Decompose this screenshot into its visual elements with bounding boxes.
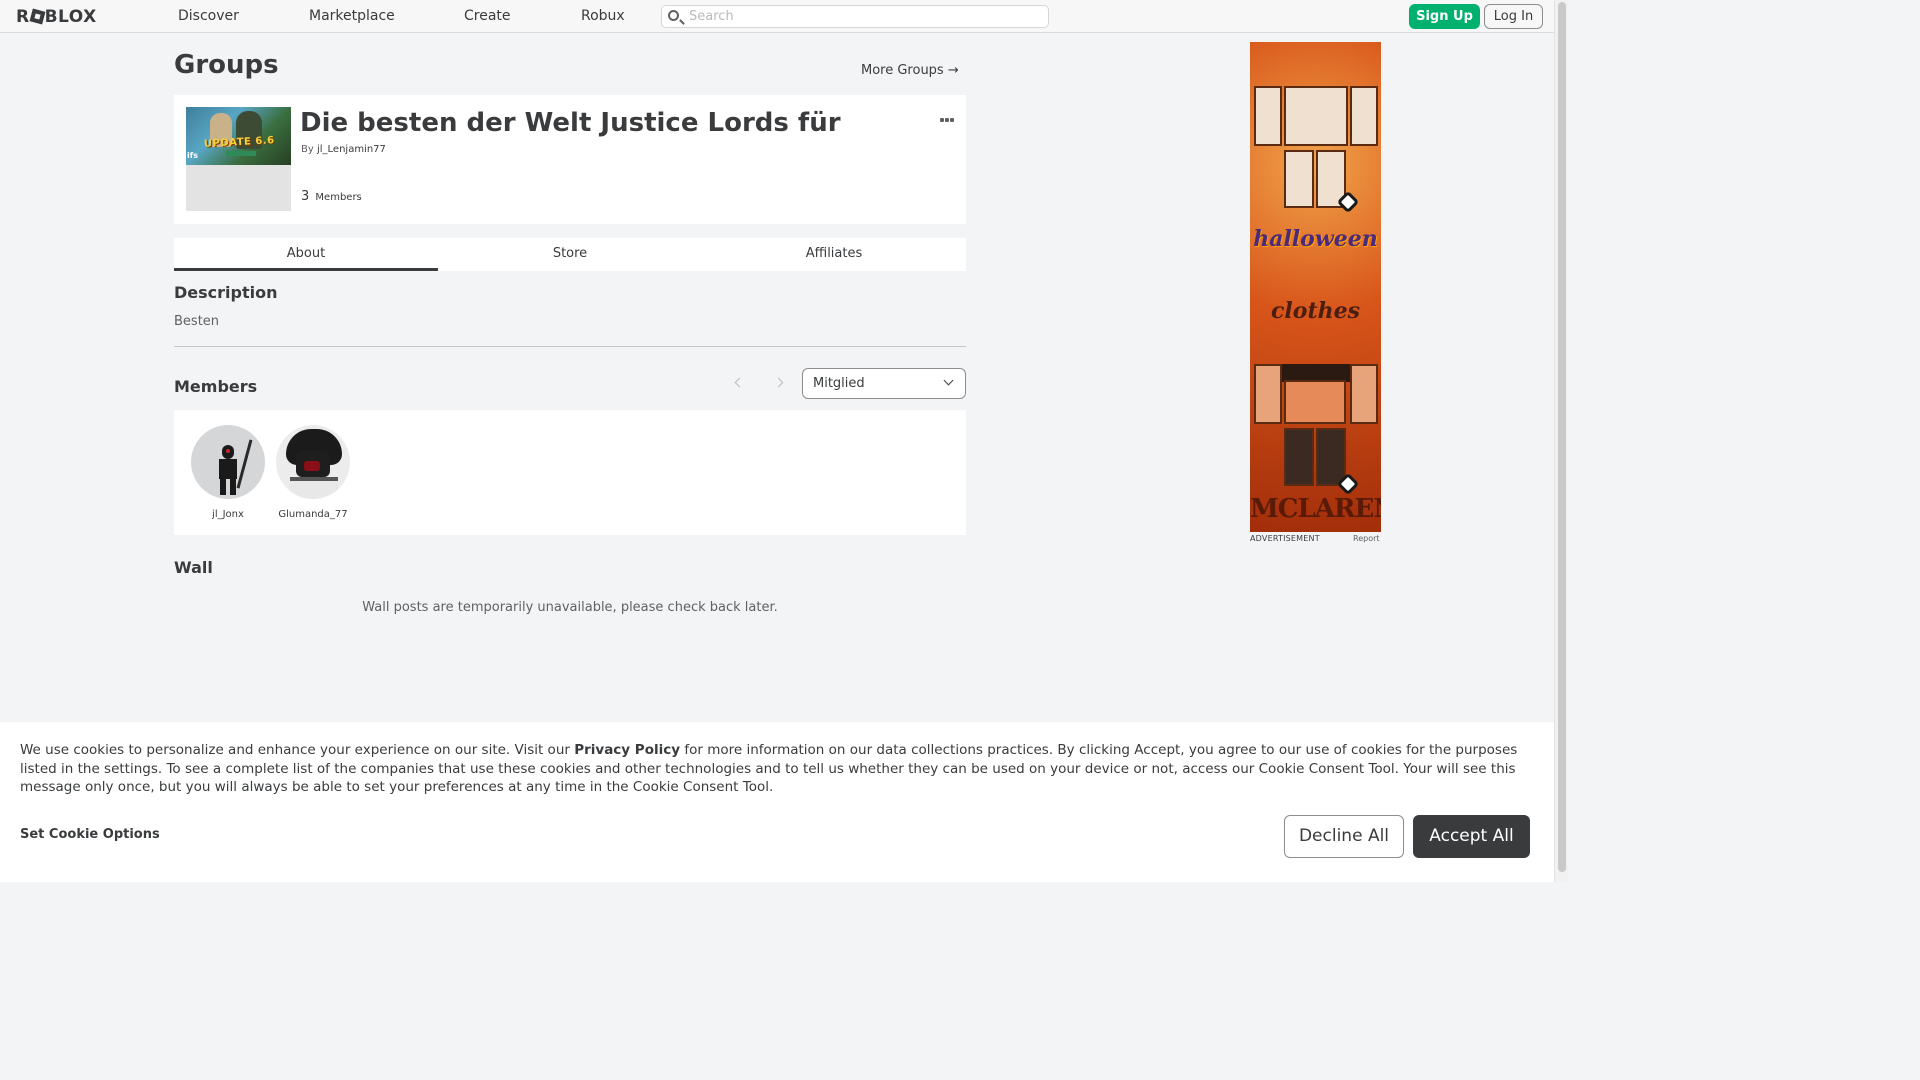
description-text: Besten xyxy=(174,314,220,329)
cookie-message: We use cookies to personalize and enhanc… xyxy=(20,742,1518,795)
member-count-label: Members xyxy=(315,192,362,203)
top-navigation-bar: R BLOX Discover Marketplace Create Robux … xyxy=(0,0,1554,33)
ad-text-halloween: halloween xyxy=(1253,226,1378,252)
nav-link-robux[interactable]: Robux xyxy=(581,8,625,24)
by-prefix: By xyxy=(301,144,314,155)
emblem-corner-text: ifs xyxy=(187,151,198,160)
description-heading: Description xyxy=(174,283,278,302)
member-item[interactable]: jl_Jonx xyxy=(188,425,268,520)
tab-affiliates[interactable]: Affiliates xyxy=(702,238,966,271)
search-icon xyxy=(668,10,679,21)
role-select-value: Mitglied xyxy=(813,376,865,391)
sign-up-button[interactable]: Sign Up xyxy=(1409,4,1480,29)
nav-link-create[interactable]: Create xyxy=(464,8,511,24)
tab-about[interactable]: About xyxy=(174,238,438,271)
chevron-left-icon[interactable] xyxy=(731,376,745,390)
group-emblem: UPDATE 6.6 ifs xyxy=(186,107,291,211)
roblox-logo[interactable]: R BLOX xyxy=(16,7,97,27)
avatar[interactable] xyxy=(191,425,265,499)
page-title: Groups xyxy=(174,50,279,80)
privacy-policy-link[interactable]: Privacy Policy xyxy=(574,742,680,758)
search-input[interactable] xyxy=(689,8,1039,25)
decline-all-button[interactable]: Decline All xyxy=(1284,815,1404,858)
nav-link-marketplace[interactable]: Marketplace xyxy=(309,8,395,24)
cookie-consent-banner: We use cookies to personalize and enhanc… xyxy=(0,722,1554,882)
roblox-logo-icon xyxy=(29,8,46,25)
ad-text-clothes: clothes xyxy=(1271,298,1360,324)
search-box xyxy=(661,5,1049,28)
nav-link-discover[interactable]: Discover xyxy=(178,8,239,24)
avatar[interactable] xyxy=(276,425,350,499)
member-item[interactable]: Glumanda_77 xyxy=(273,425,353,520)
more-groups-link[interactable]: More Groups → xyxy=(861,63,959,78)
group-emblem-image: UPDATE 6.6 ifs xyxy=(186,107,291,165)
role-select-dropdown[interactable]: Mitglied xyxy=(802,368,966,399)
group-owner-line: By jl_Lenjamin77 xyxy=(301,144,386,155)
set-cookie-options-link[interactable]: Set Cookie Options xyxy=(20,827,160,842)
advertisement-banner[interactable]: halloween clothes MCLAREN xyxy=(1250,42,1381,532)
section-divider xyxy=(174,346,966,347)
wall-message: Wall posts are temporarily unavailable, … xyxy=(362,600,778,615)
group-member-count: 3 Members xyxy=(301,189,362,204)
group-header-card: UPDATE 6.6 ifs Die besten der Welt Justi… xyxy=(174,95,966,224)
more-options-icon[interactable] xyxy=(940,107,956,122)
member-name[interactable]: Glumanda_77 xyxy=(273,509,353,520)
accept-all-button[interactable]: Accept All xyxy=(1413,815,1530,858)
ad-report-link[interactable]: Report xyxy=(1353,534,1380,543)
ad-text-brand: MCLAREN xyxy=(1250,494,1381,524)
scrollbar-thumb[interactable] xyxy=(1558,2,1566,872)
chevron-right-icon[interactable] xyxy=(774,376,788,390)
member-name[interactable]: jl_Jonx xyxy=(188,509,268,520)
advertisement-label: ADVERTISEMENT xyxy=(1250,534,1320,543)
member-count-value: 3 xyxy=(301,189,310,204)
members-heading: Members xyxy=(174,377,258,396)
group-name: Die besten der Welt Justice Lords für xyxy=(300,108,841,138)
page-scrollbar[interactable] xyxy=(1554,0,1568,882)
members-list: jl_Jonx Glumanda_77 xyxy=(174,410,966,535)
group-tabs: About Store Affiliates xyxy=(174,238,966,271)
log-in-button[interactable]: Log In xyxy=(1484,4,1543,29)
emblem-text: UPDATE 6.6 xyxy=(203,135,275,150)
group-owner-link[interactable]: jl_Lenjamin77 xyxy=(317,144,386,155)
wall-heading: Wall xyxy=(174,558,213,577)
chevron-down-icon xyxy=(943,375,954,386)
tab-store[interactable]: Store xyxy=(438,238,702,271)
